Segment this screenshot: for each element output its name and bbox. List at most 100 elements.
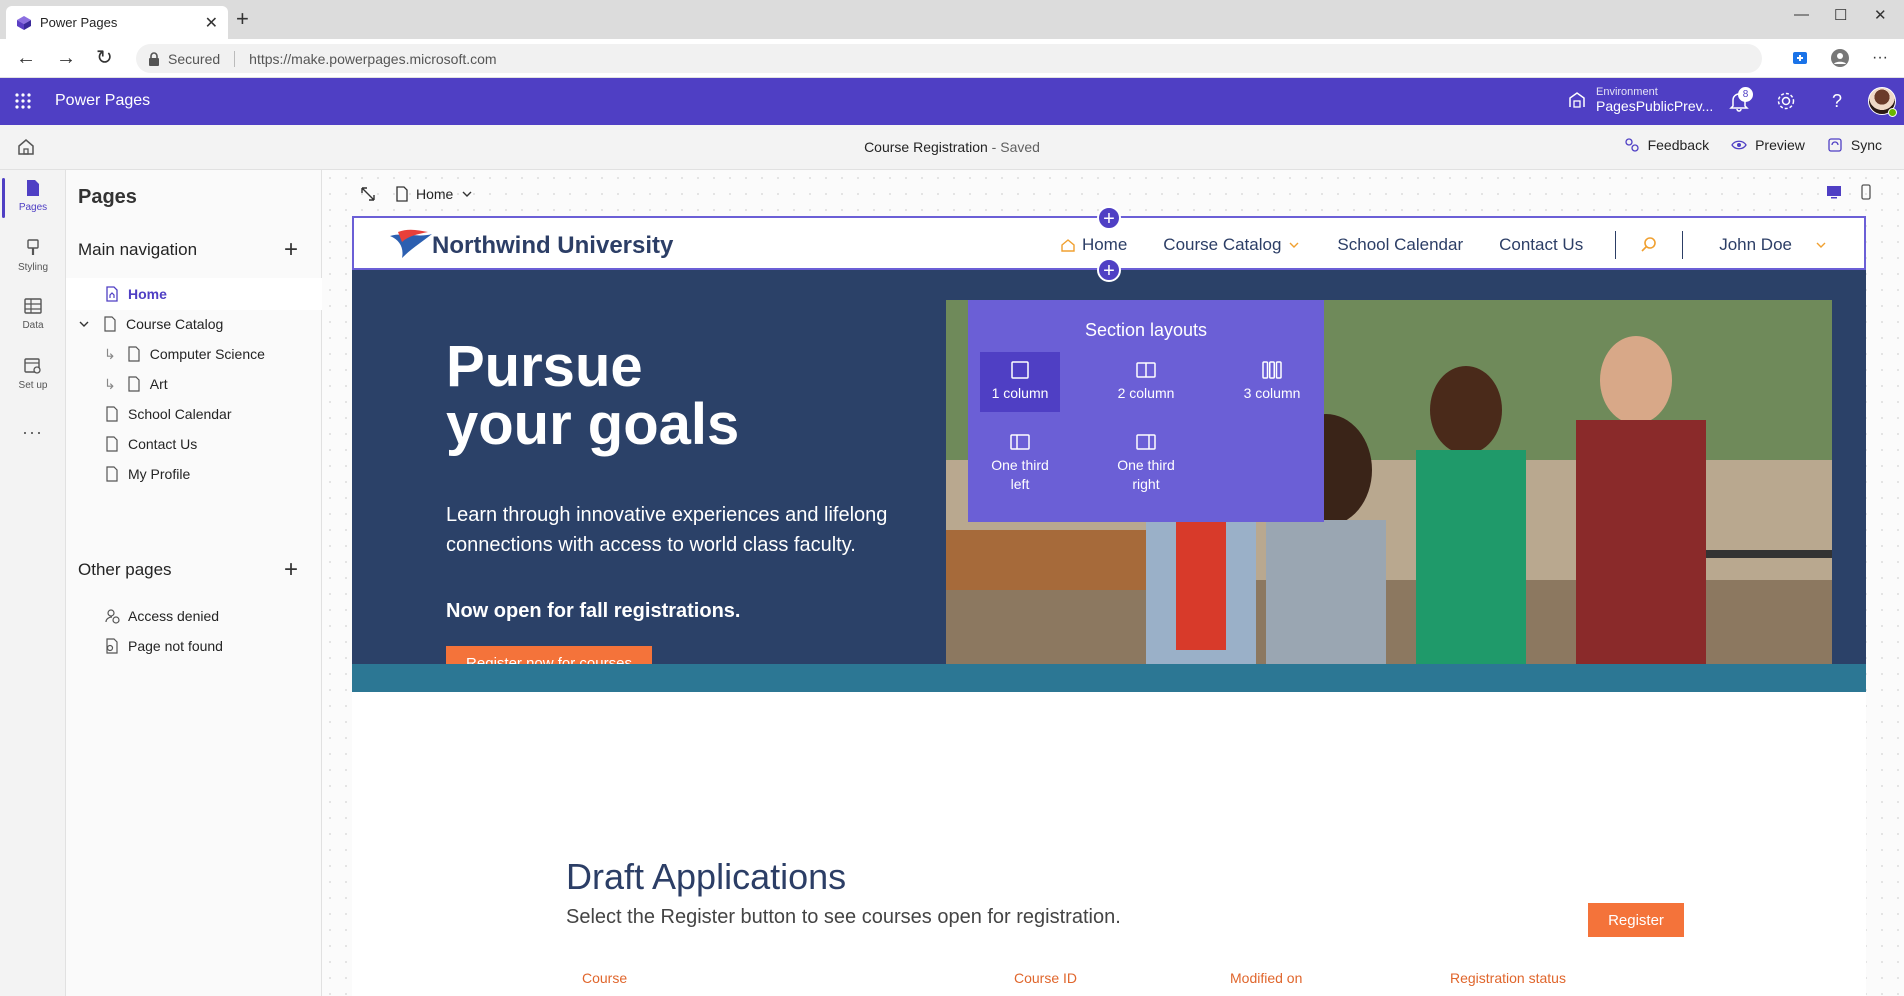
column-header-course-id[interactable]: Course ID	[1014, 970, 1077, 986]
page-icon	[27, 180, 39, 196]
site-nav-course-catalog[interactable]: Course Catalog	[1163, 235, 1301, 255]
layout-3-column-label: 3 column	[1243, 385, 1301, 401]
forward-icon[interactable]: →	[56, 47, 76, 69]
tab-title: Power Pages	[40, 15, 118, 30]
extension-shield-icon[interactable]	[1792, 50, 1808, 66]
profile-icon[interactable]	[1830, 48, 1850, 68]
rail-item-setup[interactable]: Set up	[0, 350, 66, 402]
app-header: Power Pages Environment PagesPublicPrev.…	[0, 78, 1904, 125]
page-icon	[106, 436, 118, 452]
new-tab-button[interactable]: +	[236, 8, 249, 30]
main-navigation-heading: Main navigation	[78, 240, 198, 259]
hero-body: Learn through innovative experiences and…	[446, 504, 888, 556]
hero-title-line1: Pursue	[446, 334, 643, 399]
page-item-access-denied[interactable]: Access denied	[66, 600, 322, 632]
page-picker-label: Home	[416, 186, 454, 202]
feedback-label: Feedback	[1647, 137, 1710, 153]
save-status: - Saved	[987, 139, 1040, 155]
page-item-page-not-found[interactable]: Page not found	[66, 630, 322, 662]
page-item-home[interactable]: Home	[66, 278, 322, 310]
page-item-course-catalog[interactable]: Course Catalog	[66, 308, 322, 340]
site-nav-catalog-label: Course Catalog	[1163, 235, 1282, 254]
register-button[interactable]: Register	[1588, 903, 1684, 937]
feedback-button[interactable]: Feedback	[1624, 137, 1709, 153]
page-picker-dropdown[interactable]: Home	[394, 186, 475, 202]
site-nav-home-label: Home	[1081, 235, 1128, 254]
app-title[interactable]: Power Pages	[55, 92, 150, 110]
page-label-contact-us: Contact Us	[128, 436, 198, 452]
layout-1-column-label: 1 column	[991, 385, 1049, 401]
column-header-registration-status[interactable]: Registration status	[1450, 970, 1566, 986]
add-other-page-button[interactable]: +	[284, 558, 298, 582]
panel-title: Pages	[78, 186, 137, 208]
page-item-my-profile[interactable]: My Profile	[66, 458, 322, 490]
layout-2-column[interactable]: 2 column	[1106, 352, 1186, 412]
preview-button[interactable]: Preview	[1731, 137, 1805, 153]
rail-item-pages[interactable]: Pages	[0, 172, 66, 224]
page-item-school-calendar[interactable]: School Calendar	[66, 398, 322, 430]
add-section-below-button[interactable]: +	[1097, 258, 1121, 282]
address-bar: ← → ↻ Secured https://make.powerpages.mi…	[0, 39, 1904, 78]
settings-gear-icon[interactable]	[1775, 90, 1797, 112]
tab-close-icon[interactable]: ✕	[205, 13, 218, 33]
environment-picker[interactable]: Environment PagesPublicPrev...	[1568, 86, 1713, 114]
app-launcher-icon[interactable]	[14, 92, 32, 110]
back-icon[interactable]: ←	[16, 47, 36, 69]
command-bar: Course Registration - Saved Feedback Pre…	[0, 125, 1904, 170]
chevron-down-icon	[462, 191, 472, 197]
environment-label: Environment	[1596, 86, 1658, 98]
site-nav-home[interactable]: Home	[1060, 235, 1127, 255]
add-section-above-button[interactable]: +	[1097, 206, 1121, 230]
page-item-art[interactable]: ↳ Art	[66, 368, 322, 400]
child-branch-icon: ↳	[104, 375, 116, 392]
page-label-my-profile: My Profile	[128, 466, 191, 482]
add-main-page-button[interactable]: +	[284, 238, 298, 262]
column-header-modified-on[interactable]: Modified on	[1230, 970, 1302, 986]
rail-setup-label: Set up	[18, 380, 48, 391]
page-item-computer-science[interactable]: ↳ Computer Science	[66, 338, 322, 370]
settings-page-icon	[24, 358, 41, 374]
desktop-icon[interactable]	[1826, 184, 1842, 200]
site-navigation: Home Course Catalog School Calendar Cont…	[1060, 218, 1828, 272]
rail-item-styling[interactable]: Styling	[0, 232, 66, 284]
page-label-course-catalog: Course Catalog	[126, 316, 224, 332]
home-page-icon	[396, 186, 408, 202]
url-field[interactable]: Secured https://make.powerpages.microsof…	[136, 44, 1762, 73]
other-pages-heading: Other pages	[78, 560, 172, 579]
page-label-home: Home	[128, 286, 167, 302]
chevron-down-icon	[1289, 242, 1299, 248]
help-icon[interactable]: ?	[1826, 91, 1848, 113]
draft-applications-heading: Draft Applications	[566, 856, 847, 897]
browser-menu-icon[interactable]: ···	[1872, 49, 1888, 67]
refresh-icon[interactable]: ↻	[96, 47, 113, 69]
secured-label: Secured	[168, 50, 221, 67]
rail-data-label: Data	[22, 320, 44, 331]
draft-applications-subtitle: Select the Register button to see course…	[566, 906, 1121, 928]
chevron-down-icon	[1816, 242, 1826, 248]
chevron-down-icon[interactable]	[78, 318, 90, 330]
home-page-icon	[106, 286, 118, 302]
lock-icon	[149, 51, 159, 66]
layout-3-column[interactable]: 3 column	[1232, 352, 1312, 412]
layout-one-third-left[interactable]: One third left	[980, 424, 1060, 504]
layout-one-third-right[interactable]: One third right	[1106, 424, 1186, 504]
layout-1-column[interactable]: 1 column	[980, 352, 1060, 412]
user-menu[interactable]: John Doe	[1719, 235, 1828, 255]
rail-item-data[interactable]: Data	[0, 290, 66, 342]
environment-icon	[1569, 92, 1585, 108]
search-icon[interactable]	[1640, 236, 1658, 254]
sync-button[interactable]: Sync	[1827, 137, 1882, 153]
column-header-course[interactable]: Course	[582, 970, 627, 986]
close-window-icon[interactable]: ✕	[1874, 6, 1887, 24]
site-nav-school-calendar[interactable]: School Calendar	[1337, 235, 1463, 255]
site-nav-contact-us[interactable]: Contact Us	[1499, 235, 1583, 255]
hero-title: Pursue your goals	[446, 338, 866, 454]
page-item-contact-us[interactable]: Contact Us	[66, 428, 322, 460]
collapse-icon[interactable]	[360, 186, 376, 202]
minimize-icon[interactable]: —	[1794, 6, 1809, 23]
page-label-access-denied: Access denied	[128, 608, 220, 624]
more-icon[interactable]: ···	[22, 422, 43, 443]
mobile-icon[interactable]	[1858, 184, 1874, 200]
browser-tab[interactable]: Power Pages ✕	[6, 6, 228, 39]
maximize-icon[interactable]: ☐	[1834, 6, 1847, 24]
